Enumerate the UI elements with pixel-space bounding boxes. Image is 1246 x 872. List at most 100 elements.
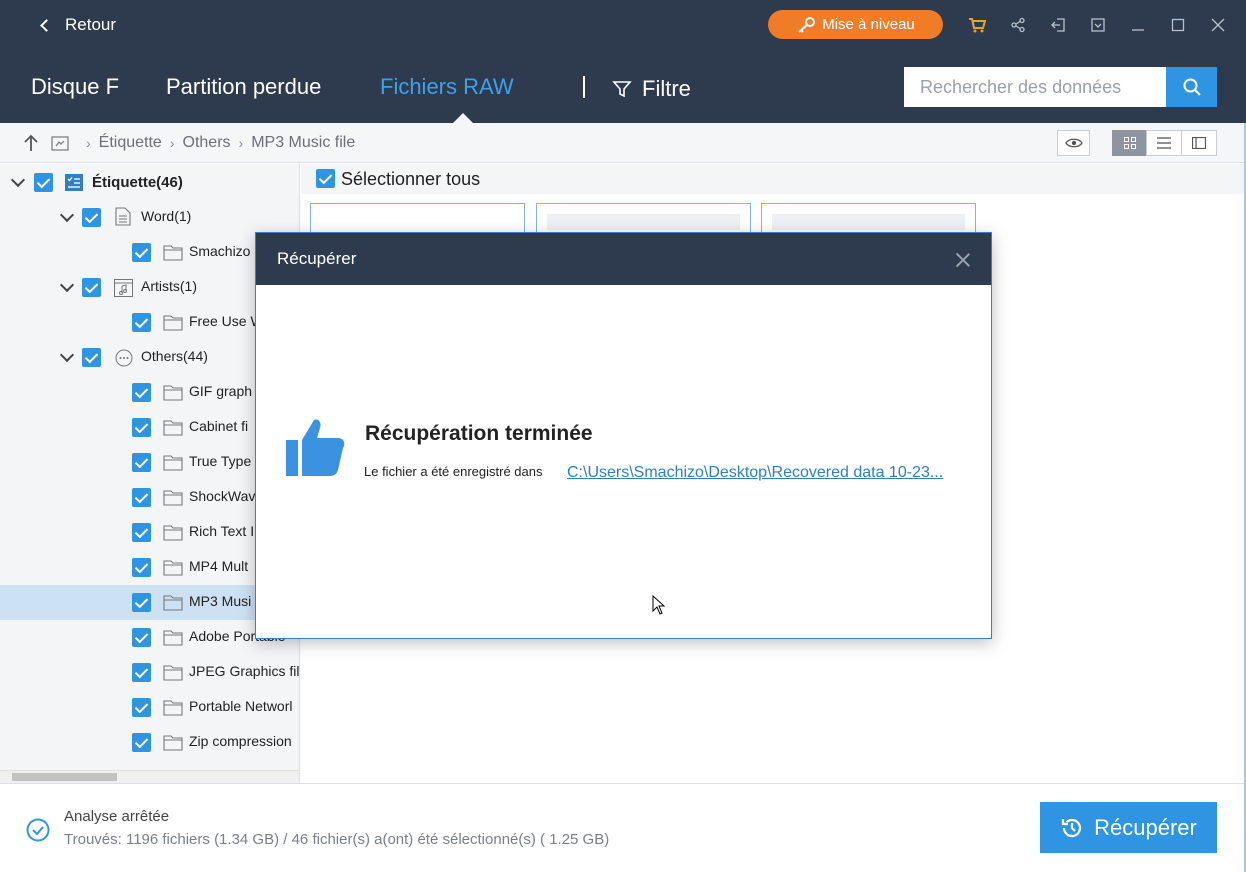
recover-label: Récupérer — [1094, 814, 1197, 840]
select-all-label[interactable]: Sélectionner tous — [341, 169, 480, 190]
chevron-left-icon — [40, 18, 53, 32]
tree-item-label: Free Use W — [189, 313, 264, 329]
nav-bar: Disque F Partition perdue Fichiers RAW F… — [0, 50, 1246, 123]
detail-view-button[interactable] — [1181, 130, 1217, 156]
thumbs-up-icon — [284, 416, 346, 483]
search-input[interactable] — [904, 67, 1166, 107]
list-view-button[interactable] — [1146, 130, 1182, 156]
checkbox[interactable] — [132, 453, 151, 472]
search-button[interactable] — [1166, 67, 1217, 107]
checkbox[interactable] — [82, 348, 101, 367]
grid-icon — [1123, 137, 1136, 149]
upgrade-label: Mise à niveau — [822, 16, 915, 33]
folder-icon — [163, 560, 183, 580]
folder-icon — [163, 490, 183, 510]
chevron-down-icon[interactable] — [10, 172, 26, 188]
scrollbar-thumb[interactable] — [12, 773, 117, 781]
filter-label: Filtre — [642, 76, 691, 101]
tree-item-label: MP3 Musi — [189, 593, 252, 609]
status-bar: Analyse arrêtée Trouvés: 1196 fichiers (… — [0, 783, 1246, 872]
select-all-bar: Sélectionner tous — [301, 164, 1246, 194]
breadcrumb-bar: › Étiquette › Others › MP3 Music file — [0, 123, 1246, 163]
login-icon[interactable] — [1047, 14, 1069, 36]
folder-icon — [163, 385, 183, 405]
folder-icon — [163, 700, 183, 720]
tree-item-label: Zip compression — [189, 733, 292, 749]
checkbox[interactable] — [132, 313, 151, 332]
tree-root[interactable]: Étiquette(46) — [0, 165, 299, 200]
checkbox[interactable] — [132, 488, 151, 507]
checkbox[interactable] — [132, 663, 151, 682]
folder-icon — [163, 665, 183, 685]
preview-button[interactable] — [1057, 130, 1090, 156]
checkbox[interactable] — [82, 278, 101, 297]
tree-group-word[interactable]: Word(1) — [0, 200, 299, 235]
checkbox[interactable] — [132, 558, 151, 577]
checkbox[interactable] — [132, 628, 151, 647]
checkbox[interactable] — [132, 243, 151, 262]
eye-icon — [1064, 138, 1083, 148]
dialog-heading: Récupération terminée — [365, 422, 593, 445]
breadcrumb-item[interactable]: Étiquette — [99, 134, 162, 152]
dialog-header: Récupérer — [256, 233, 991, 285]
filter-icon — [612, 81, 632, 98]
breadcrumb-item[interactable]: MP3 Music file — [251, 134, 355, 152]
tree-item-label: Rich Text I — [189, 523, 255, 539]
checkbox[interactable] — [82, 208, 101, 227]
checkbox[interactable] — [34, 173, 53, 192]
key-icon — [798, 16, 816, 33]
document-icon — [115, 207, 131, 230]
folder-icon — [163, 735, 183, 755]
upgrade-button[interactable]: Mise à niveau — [768, 10, 943, 39]
up-arrow-icon[interactable] — [22, 134, 40, 157]
history-icon — [1062, 818, 1082, 837]
chevron-down-icon[interactable] — [59, 347, 75, 363]
tree-item-label: Portable Networl — [189, 698, 293, 714]
location-icon[interactable] — [51, 135, 69, 156]
checkbox[interactable] — [132, 383, 151, 402]
grid-view-button[interactable] — [1112, 130, 1147, 156]
tree-item-label: ShockWav — [189, 488, 256, 504]
dialog-close-icon[interactable] — [954, 251, 972, 269]
chevron-down-icon[interactable] — [59, 277, 75, 293]
tree-root-label: Étiquette(46) — [92, 174, 183, 191]
chevron-down-icon[interactable] — [59, 207, 75, 223]
checkbox[interactable] — [132, 418, 151, 437]
tab-disque-f[interactable]: Disque F — [31, 74, 119, 100]
active-tab-indicator — [453, 113, 473, 123]
breadcrumb-item[interactable]: Others — [183, 134, 231, 152]
cart-icon[interactable] — [966, 14, 988, 36]
back-button[interactable]: Retour — [38, 14, 116, 36]
tab-fichiers-raw[interactable]: Fichiers RAW — [380, 74, 514, 100]
recovered-path-link[interactable]: C:\Users\Smachizo\Desktop\Recovered data… — [567, 464, 943, 482]
filter-button[interactable]: Filtre — [612, 76, 691, 102]
select-all-checkbox[interactable] — [316, 169, 335, 188]
file-thumbnail-placeholder — [547, 214, 740, 230]
breadcrumb: › Étiquette › Others › MP3 Music file — [78, 134, 355, 152]
file-thumbnail-placeholder — [772, 214, 965, 230]
tree-item-label: Cabinet fi — [189, 418, 249, 434]
tab-partition-perdue[interactable]: Partition perdue — [166, 74, 321, 100]
share-icon[interactable] — [1007, 14, 1029, 36]
checkbox[interactable] — [132, 698, 151, 717]
tree-item-label: True Type — [189, 453, 252, 469]
music-icon — [114, 279, 133, 301]
horizontal-scrollbar[interactable] — [0, 770, 299, 783]
title-bar: Retour Mise à niveau — [0, 0, 1246, 50]
close-icon[interactable] — [1207, 14, 1229, 36]
tree-item[interactable]: Portable Networl — [0, 690, 299, 725]
list-icon — [1157, 137, 1171, 149]
tree-item-label: GIF graph — [189, 383, 253, 399]
checkbox[interactable] — [132, 593, 151, 612]
tree-item[interactable]: JPEG Graphics fil — [0, 655, 299, 690]
checkbox[interactable] — [132, 523, 151, 542]
nav-divider — [583, 76, 585, 98]
minimize-icon[interactable] — [1127, 14, 1149, 36]
maximize-icon[interactable] — [1167, 14, 1189, 36]
checkbox[interactable] — [132, 733, 151, 752]
menu-icon[interactable] — [1087, 14, 1109, 36]
folder-icon — [163, 595, 183, 615]
tree-item[interactable]: Zip compression — [0, 725, 299, 760]
folder-icon — [163, 420, 183, 440]
recover-button[interactable]: Récupérer — [1040, 802, 1217, 853]
